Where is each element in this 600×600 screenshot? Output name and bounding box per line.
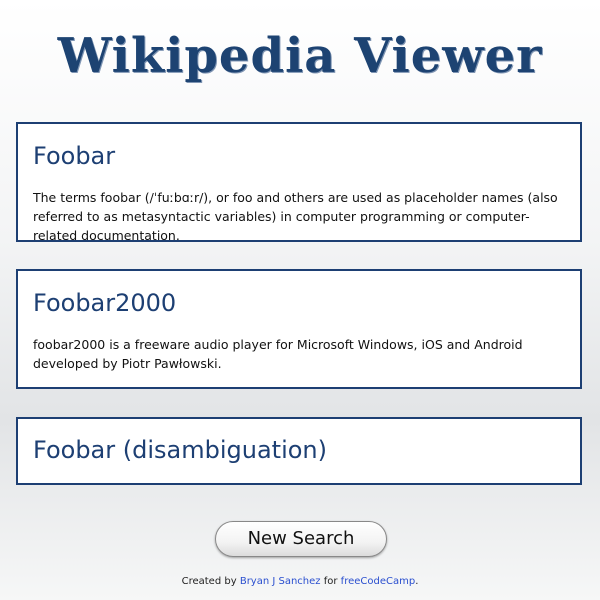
freecodecamp-link[interactable]: freeCodeCamp <box>341 576 416 587</box>
app-title: Wikipedia Viewer <box>57 28 543 84</box>
footer-period: . <box>415 576 419 587</box>
result-extract: The terms foobar (/ˈfuːbɑːr/), or foo an… <box>33 190 558 243</box>
result-card[interactable]: Foobar The terms foobar (/ˈfuːbɑːr/), or… <box>16 122 582 243</box>
result-extract: foobar2000 is a freeware audio player fo… <box>33 337 523 371</box>
footer-created-by-text: Created by <box>181 576 237 587</box>
footer-for-text: for <box>323 576 338 587</box>
footer: Created by Bryan J Sanchez for freeCodeC… <box>0 576 600 587</box>
result-card[interactable]: Foobar (disambiguation) <box>16 417 582 485</box>
author-link[interactable]: Bryan J Sanchez <box>240 576 321 587</box>
result-title[interactable]: Foobar2000 <box>33 289 176 317</box>
result-title[interactable]: Foobar <box>33 142 115 170</box>
result-card[interactable]: Foobar2000 foobar2000 is a freeware audi… <box>16 269 582 389</box>
result-title[interactable]: Foobar (disambiguation) <box>33 436 327 464</box>
new-search-button[interactable]: New Search <box>215 521 387 557</box>
